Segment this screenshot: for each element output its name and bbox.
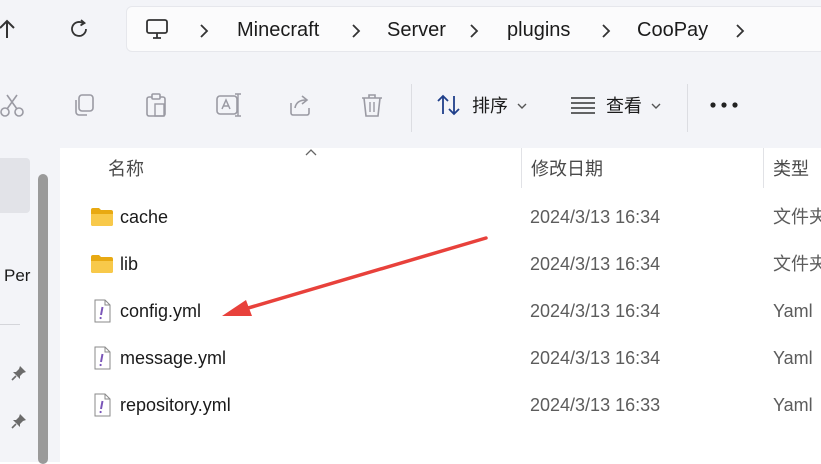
delete-icon[interactable]: [358, 91, 386, 119]
toolbar-divider: [411, 84, 412, 132]
sort-icon: [437, 94, 460, 116]
refresh-icon[interactable]: [64, 14, 94, 44]
file-date: 2024/3/13 16:34: [530, 254, 661, 274]
sort-label: 排序: [472, 96, 508, 116]
nav-item-label[interactable]: Per: [4, 266, 30, 286]
nav-divider: [0, 324, 20, 325]
toolbar-divider: [687, 84, 688, 132]
sort-ascending-icon: [305, 149, 317, 156]
up-arrow-icon[interactable]: [0, 14, 22, 44]
pin-icon[interactable]: [10, 364, 28, 382]
file-row[interactable]: repository.yml 2024/3/13 16:33 Yaml: [60, 382, 821, 429]
file-date: 2024/3/13 16:34: [530, 348, 661, 368]
file-name[interactable]: cache: [120, 206, 168, 228]
address-bar-row: Minecraft Server plugins CooPay: [0, 0, 821, 64]
nav-scrollbar[interactable]: [38, 174, 48, 464]
file-type: Yaml: [773, 348, 813, 368]
navigation-pane: Per: [0, 148, 60, 464]
pin-icon[interactable]: [10, 412, 28, 430]
view-button[interactable]: 查看: [566, 64, 676, 148]
sort-button[interactable]: 排序: [432, 64, 542, 148]
file-date: 2024/3/13 16:34: [530, 207, 661, 227]
yaml-file-icon: [94, 346, 111, 370]
yaml-file-icon: [94, 299, 111, 323]
file-name[interactable]: message.yml: [120, 347, 226, 369]
file-name[interactable]: repository.yml: [120, 394, 231, 416]
breadcrumb-coopay[interactable]: CooPay: [637, 18, 708, 42]
breadcrumb-minecraft[interactable]: Minecraft: [237, 18, 319, 42]
column-header-date-modified[interactable]: 修改日期: [531, 158, 603, 180]
chevron-down-icon: [651, 103, 661, 109]
file-row[interactable]: message.yml 2024/3/13 16:34 Yaml: [60, 335, 821, 382]
column-header-name[interactable]: 名称: [108, 158, 144, 180]
folder-icon: [91, 208, 113, 226]
share-icon[interactable]: [286, 91, 314, 119]
file-list: 名称 修改日期 类型 cache 2024/3/13 16:34 文件夹 lib…: [60, 148, 821, 462]
breadcrumb-plugins[interactable]: plugins: [507, 18, 570, 42]
chevron-right-icon[interactable]: [197, 21, 211, 41]
cut-icon[interactable]: [0, 91, 26, 119]
view-label: 查看: [606, 96, 642, 116]
file-date: 2024/3/13 16:33: [530, 395, 661, 415]
file-row[interactable]: cache 2024/3/13 16:34 文件夹: [60, 194, 821, 241]
view-list-icon: [571, 97, 595, 114]
column-divider[interactable]: [763, 148, 764, 188]
file-date: 2024/3/13 16:34: [530, 301, 661, 321]
chevron-right-icon[interactable]: [349, 21, 363, 41]
file-name[interactable]: config.yml: [120, 300, 201, 322]
column-header-type[interactable]: 类型: [773, 158, 809, 180]
file-type: Yaml: [773, 395, 813, 415]
file-type: 文件夹: [773, 207, 821, 227]
nav-selected-item[interactable]: [0, 158, 30, 213]
command-bar: 排序 查看: [0, 64, 821, 149]
column-divider[interactable]: [521, 148, 522, 188]
breadcrumb-server[interactable]: Server: [387, 18, 446, 42]
file-name[interactable]: lib: [120, 253, 138, 275]
paste-icon[interactable]: [142, 91, 170, 119]
this-pc-icon[interactable]: [145, 18, 169, 40]
address-bar[interactable]: Minecraft Server plugins CooPay: [126, 6, 821, 52]
rename-icon[interactable]: [214, 91, 242, 119]
chevron-right-icon[interactable]: [599, 21, 613, 41]
chevron-right-icon[interactable]: [467, 21, 481, 41]
file-row[interactable]: lib 2024/3/13 16:34 文件夹: [60, 241, 821, 288]
chevron-right-icon[interactable]: [733, 21, 747, 41]
folder-icon: [91, 255, 113, 273]
copy-icon[interactable]: [70, 91, 98, 119]
more-options-icon[interactable]: [708, 98, 740, 112]
file-row[interactable]: config.yml 2024/3/13 16:34 Yaml: [60, 288, 821, 335]
file-type: 文件夹: [773, 254, 821, 274]
chevron-down-icon: [517, 103, 527, 109]
yaml-file-icon: [94, 393, 111, 417]
file-type: Yaml: [773, 301, 813, 321]
